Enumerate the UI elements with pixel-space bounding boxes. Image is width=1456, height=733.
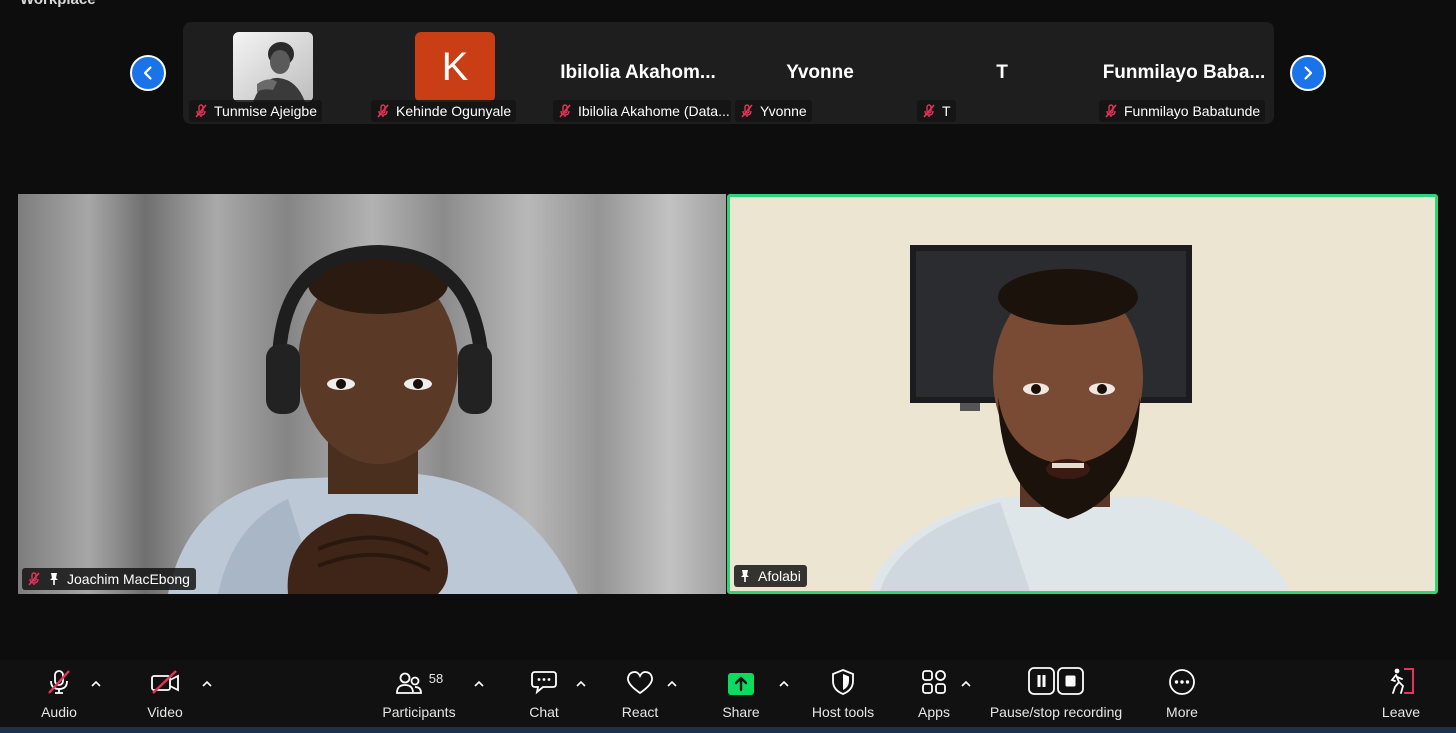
muted-microphone-icon	[923, 104, 935, 118]
participant-name: Yvonne	[760, 103, 807, 119]
video-button[interactable]: Video	[140, 660, 190, 727]
video-participant-name: Joachim MacEbong	[67, 571, 190, 587]
video-options-caret-icon[interactable]	[201, 679, 213, 689]
participant-display-name: Funmilayo Baba...	[1102, 62, 1266, 83]
participants-count: 58	[428, 671, 444, 686]
muted-microphone-icon	[377, 104, 389, 118]
participant-tile[interactable]: Funmilayo Baba... Funmilayo Babatunde	[1093, 22, 1275, 124]
participant-label: Funmilayo Babatunde	[1099, 100, 1266, 122]
shield-icon	[832, 669, 854, 695]
host-tools-label: Host tools	[811, 704, 875, 720]
chat-icon	[531, 671, 557, 695]
participant-strip: Tunmise Ajeigbe K Kehinde Ogunyale Ibilo…	[183, 22, 1274, 124]
participant-display-name: T	[996, 62, 1008, 83]
heart-icon	[627, 671, 653, 695]
participant-tile[interactable]: T T	[911, 22, 1093, 124]
participant-label: Tunmise Ajeigbe	[189, 100, 322, 122]
react-button[interactable]: React	[620, 660, 660, 727]
audio-button[interactable]: Audio	[34, 660, 84, 727]
participant-photo	[233, 32, 313, 102]
participant-display-name: Ibilolia Akahom...	[560, 62, 716, 83]
video-participant-name: Afolabi	[758, 568, 801, 584]
pause-stop-recording-icon	[1028, 667, 1084, 695]
chat-label: Chat	[529, 704, 559, 720]
participants-icon	[395, 672, 422, 694]
chat-button[interactable]: Chat	[524, 660, 564, 727]
pause-stop-recording-button[interactable]: Pause/stop recording	[986, 660, 1126, 727]
audio-label: Audio	[41, 704, 77, 720]
participant-label: Yvonne	[735, 100, 812, 122]
participant-name: Tunmise Ajeigbe	[214, 103, 317, 119]
participant-name: Funmilayo Babatunde	[1124, 103, 1261, 119]
pause-stop-recording-label: Pause/stop recording	[989, 704, 1123, 720]
share-options-caret-icon[interactable]	[778, 679, 790, 689]
leave-button[interactable]: Leave	[1380, 660, 1422, 727]
apps-icon	[922, 670, 946, 694]
video-frame-left	[168, 244, 578, 594]
leave-label: Leave	[1381, 704, 1421, 720]
participants-options-caret-icon[interactable]	[473, 679, 485, 689]
participants-label: Participants	[382, 704, 456, 720]
chat-options-caret-icon[interactable]	[575, 679, 587, 689]
participant-name: Ibilolia Akahome (Data...	[578, 103, 730, 119]
participant-tile[interactable]: Tunmise Ajeigbe	[183, 22, 365, 124]
host-tools-button[interactable]: Host tools	[806, 660, 880, 727]
pin-icon	[50, 573, 58, 585]
video-frame-right	[730, 197, 1435, 591]
participant-avatar: K	[415, 32, 495, 102]
window-title: Workplace	[20, 0, 96, 8]
participant-tile[interactable]: Ibilolia Akahom... Ibilolia Akahome (Dat…	[547, 22, 731, 124]
muted-microphone-icon	[741, 104, 753, 118]
participant-tile[interactable]: Yvonne Yvonne	[729, 22, 911, 124]
next-page-button[interactable]	[1290, 55, 1326, 91]
muted-microphone-icon	[559, 104, 571, 118]
video-feed-joachim[interactable]: Joachim MacEbong	[18, 194, 726, 594]
more-button[interactable]: More	[1160, 660, 1204, 727]
previous-page-button[interactable]	[130, 55, 166, 91]
apps-label: Apps	[918, 704, 950, 720]
audio-options-caret-icon[interactable]	[90, 679, 102, 689]
video-name-tag: Joachim MacEbong	[22, 568, 196, 590]
video-label: Video	[147, 704, 183, 720]
video-feed-afolabi[interactable]: Afolabi	[727, 194, 1438, 594]
participant-label: Ibilolia Akahome (Data...	[553, 100, 731, 122]
participant-label: Kehinde Ogunyale	[371, 100, 517, 122]
pin-icon	[741, 570, 749, 582]
react-options-caret-icon[interactable]	[666, 679, 678, 689]
participant-name: Kehinde Ogunyale	[396, 103, 512, 119]
participant-display-name: Yvonne	[786, 62, 854, 83]
participant-label: T	[917, 100, 956, 122]
muted-microphone-icon	[48, 670, 70, 694]
meeting-window: Workplace Tunmise Ajeigbe	[0, 0, 1456, 733]
participants-button[interactable]: 58 Participants	[378, 660, 460, 727]
muted-microphone-icon	[1105, 104, 1117, 118]
more-label: More	[1166, 704, 1198, 720]
participant-tile[interactable]: K Kehinde Ogunyale	[365, 22, 547, 124]
video-off-icon	[151, 670, 179, 694]
apps-options-caret-icon[interactable]	[960, 679, 972, 689]
apps-button[interactable]: Apps	[914, 660, 954, 727]
share-label: Share	[722, 704, 760, 720]
taskbar-edge	[0, 727, 1456, 733]
muted-microphone-icon	[28, 572, 40, 586]
more-icon	[1169, 669, 1195, 695]
share-screen-icon	[728, 673, 754, 695]
react-label: React	[621, 704, 659, 720]
leave-icon	[1390, 668, 1414, 694]
video-name-tag: Afolabi	[734, 565, 807, 587]
muted-microphone-icon	[195, 104, 207, 118]
meeting-toolbar: Audio Video 58 Participants Chat React S…	[0, 660, 1456, 727]
chevron-right-icon	[1304, 66, 1313, 80]
share-button[interactable]: Share	[721, 660, 761, 727]
participant-name: T	[942, 103, 951, 119]
chevron-left-icon	[143, 66, 152, 80]
